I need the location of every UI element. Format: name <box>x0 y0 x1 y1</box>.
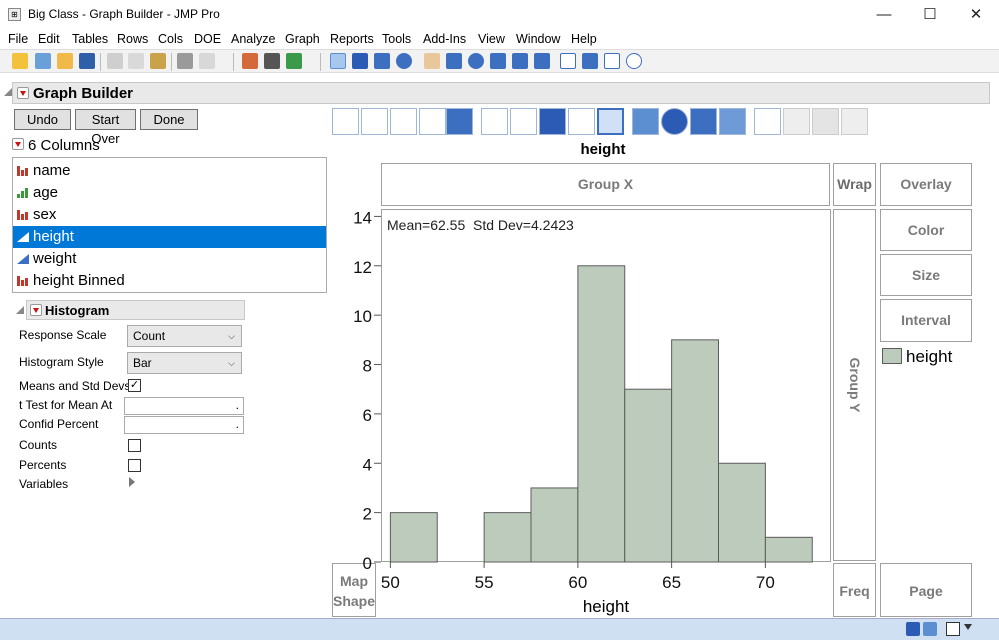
histogram-bar[interactable] <box>577 265 626 563</box>
histogram-bar[interactable] <box>530 487 579 563</box>
histogram-bar[interactable] <box>624 388 673 563</box>
x-tick-label: 70 <box>756 573 775 592</box>
histogram-bar[interactable] <box>671 339 719 563</box>
x-tick-label: 65 <box>662 573 681 592</box>
home-icon[interactable] <box>906 622 920 636</box>
status-bar <box>0 618 999 640</box>
x-tick-label: 55 <box>475 573 494 592</box>
y-tick-label: 8 <box>363 357 372 376</box>
histogram-bar[interactable] <box>764 536 813 563</box>
histogram-chart: 0 2 4 6 8 10 12 14 50 55 60 65 70 <box>353 208 813 592</box>
y-tick-label: 6 <box>363 406 372 425</box>
y-tick-label: 4 <box>363 455 372 474</box>
window-dropdown-icon[interactable] <box>964 624 972 630</box>
y-tick-label: 12 <box>353 258 372 277</box>
y-tick-label: 14 <box>353 208 372 227</box>
x-tick-label: 60 <box>568 573 587 592</box>
histogram-bar[interactable] <box>718 462 766 563</box>
histogram-bar[interactable] <box>389 512 438 563</box>
window-list-icon[interactable] <box>946 622 960 636</box>
y-tick-label: 2 <box>363 505 372 524</box>
data-table-list-icon[interactable] <box>923 622 937 636</box>
y-tick-label: 0 <box>363 554 372 573</box>
histogram-bar[interactable] <box>483 512 532 563</box>
x-tick-label: 50 <box>381 573 400 592</box>
y-tick-label: 10 <box>353 307 372 326</box>
